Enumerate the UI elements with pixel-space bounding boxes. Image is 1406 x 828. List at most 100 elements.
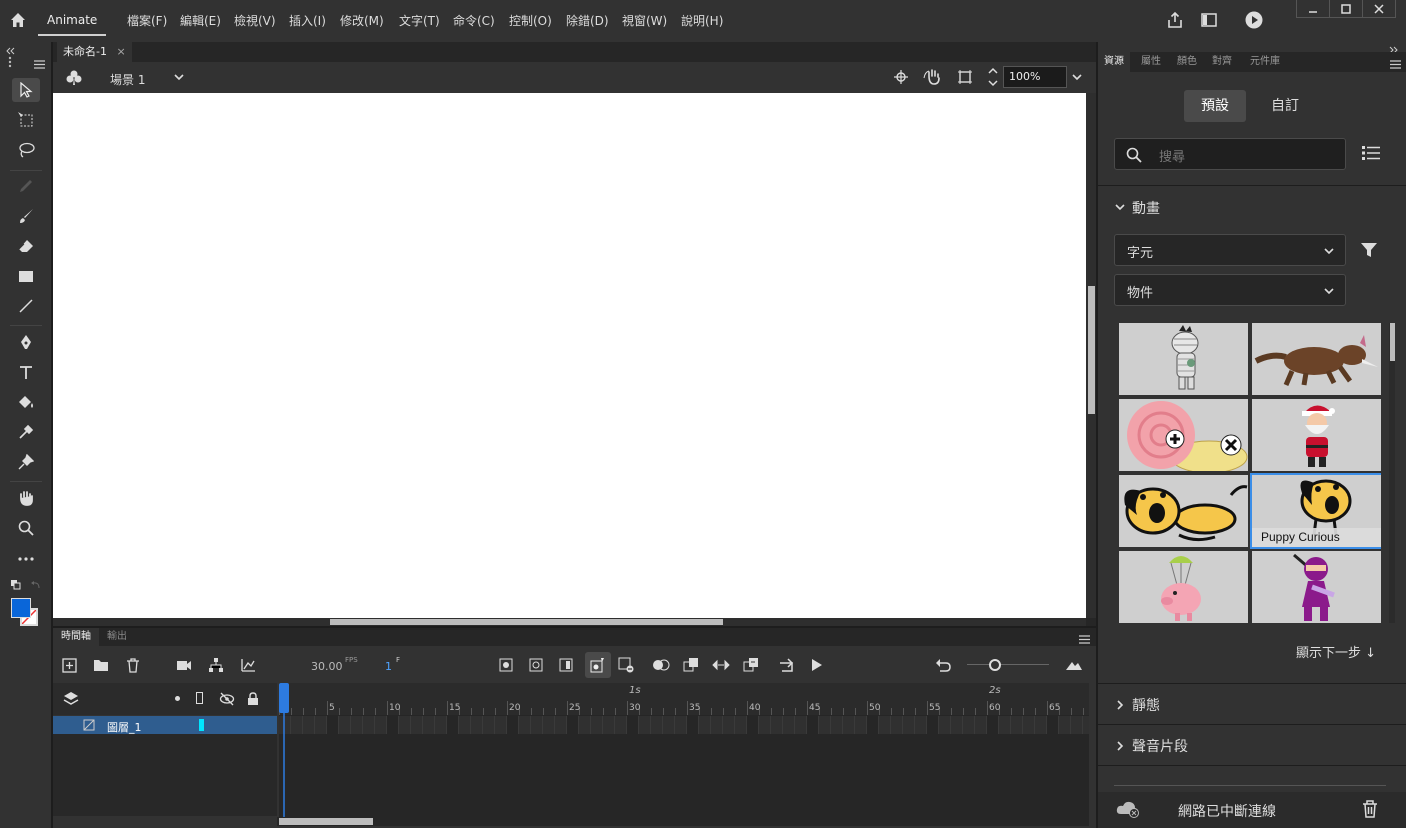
section-sound[interactable]: 聲音片段 <box>1132 736 1188 756</box>
menu-commands[interactable]: 命令(C) <box>453 12 495 29</box>
static-chevron-right-icon[interactable] <box>1114 699 1126 714</box>
outline-layers-icon[interactable] <box>196 692 203 704</box>
frame-cell[interactable] <box>747 716 759 734</box>
frame-scale-slider-track[interactable] <box>967 664 1049 665</box>
close-tab-icon[interactable]: × <box>116 45 125 58</box>
search-input[interactable]: 搜尋 <box>1114 138 1346 170</box>
insert-keyframe-icon[interactable] <box>496 655 516 675</box>
frame-cell[interactable] <box>831 716 843 734</box>
swap-colors-icon[interactable] <box>11 579 21 593</box>
objects-dropdown[interactable]: 物件 <box>1114 274 1346 306</box>
frame-cell[interactable] <box>1035 716 1047 734</box>
stage-vertical-scrollbar[interactable] <box>1086 93 1096 618</box>
frame-cell[interactable] <box>1059 716 1071 734</box>
asset-thumb-wolf[interactable] <box>1252 323 1381 395</box>
frame-cell[interactable] <box>855 716 867 734</box>
free-transform-tool-icon[interactable] <box>12 108 40 132</box>
frame-cell[interactable] <box>567 716 579 734</box>
stage-horizontal-scrollbar[interactable] <box>53 618 1086 626</box>
frame-cell[interactable] <box>1047 716 1059 734</box>
timeline-horizontal-scroll-thumb[interactable] <box>279 818 373 825</box>
frame-cell[interactable] <box>447 716 459 734</box>
app-workspace-tab[interactable]: Animate <box>38 8 107 36</box>
asset-thumb-puppy-lying[interactable] <box>1119 475 1248 547</box>
frame-cell[interactable] <box>399 716 411 734</box>
maximize-icon[interactable] <box>1329 0 1362 17</box>
menu-file[interactable]: 檔案(F) <box>127 12 167 29</box>
frame-cell[interactable] <box>603 716 615 734</box>
document-tab[interactable]: 未命名-1 × <box>57 42 132 62</box>
frame-cell[interactable] <box>819 716 831 734</box>
asset-grid-scrollbar[interactable] <box>1389 323 1395 623</box>
menu-window[interactable]: 視窗(W) <box>622 12 667 29</box>
rectangle-tool-icon[interactable] <box>12 264 40 288</box>
asset-thumb-pig-parachute[interactable] <box>1119 551 1248 623</box>
tab-align[interactable]: 對齊 <box>1206 52 1238 72</box>
sound-chevron-right-icon[interactable] <box>1114 740 1126 755</box>
pin-tool-icon[interactable] <box>12 450 40 474</box>
frame-cell[interactable] <box>423 716 435 734</box>
frame-cell[interactable] <box>627 716 639 734</box>
frame-cell[interactable] <box>903 716 915 734</box>
frame-cell[interactable] <box>843 716 855 734</box>
frame-cell[interactable] <box>543 716 555 734</box>
fill-color-swatch[interactable] <box>11 598 31 618</box>
frame-cell[interactable] <box>867 716 879 734</box>
fps-value[interactable]: 30.00 <box>311 660 343 673</box>
menu-help[interactable]: 說明(H) <box>681 12 723 29</box>
tab-assets[interactable]: 資源 <box>1098 52 1130 72</box>
zoom-stepper-icon[interactable] <box>987 66 999 91</box>
undo-timeline-icon[interactable] <box>933 655 953 675</box>
test-movie-icon[interactable] <box>1244 10 1264 33</box>
pen-tool-icon[interactable] <box>12 330 40 354</box>
insert-frame-icon[interactable] <box>556 655 576 675</box>
frame-ruler[interactable]: 5 10 15 20 25 30 35 40 45 50 55 60 65 1s 2s <box>279 683 1089 715</box>
asset-grid-scroll-thumb[interactable] <box>1390 323 1395 361</box>
frame-cell[interactable] <box>783 716 795 734</box>
frame-cell[interactable] <box>639 716 651 734</box>
frame-cell[interactable] <box>1023 716 1035 734</box>
segment-default[interactable]: 預設 <box>1184 90 1246 122</box>
zoom-chevron-down-icon[interactable] <box>1071 71 1083 86</box>
new-folder-icon[interactable] <box>91 655 111 675</box>
frame-cell[interactable] <box>699 716 711 734</box>
panel-layout-icon[interactable] <box>1200 11 1218 32</box>
create-tween-icon[interactable] <box>711 655 731 675</box>
list-view-icon[interactable] <box>1362 145 1380 164</box>
menu-control[interactable]: 控制(O) <box>509 12 552 29</box>
stage-vertical-scroll-thumb[interactable] <box>1088 286 1095 414</box>
frame-cell[interactable] <box>351 716 363 734</box>
frame-cell[interactable] <box>303 716 315 734</box>
frame-cell[interactable] <box>675 716 687 734</box>
tab-properties[interactable]: 屬性 <box>1135 52 1167 72</box>
frame-cell[interactable] <box>651 716 663 734</box>
center-stage-icon[interactable] <box>893 69 909 88</box>
frame-cell[interactable] <box>879 716 891 734</box>
frame-cell[interactable] <box>1011 716 1023 734</box>
asset-thumb-mummy[interactable] <box>1119 323 1248 395</box>
menu-edit[interactable]: 編輯(E) <box>180 12 221 29</box>
rotate-stage-icon[interactable] <box>923 68 943 89</box>
frame-cell[interactable] <box>951 716 963 734</box>
frame-cell[interactable] <box>939 716 951 734</box>
frame-cell[interactable] <box>291 716 303 734</box>
frame-cell[interactable] <box>987 716 999 734</box>
timeline-menu-icon[interactable] <box>1079 633 1090 647</box>
zoom-input[interactable]: 100% <box>1003 66 1067 88</box>
asset-thumb-snail[interactable] <box>1119 399 1248 471</box>
frame-cell[interactable] <box>363 716 375 734</box>
current-frame-value[interactable]: 1 <box>385 660 392 673</box>
insert-blank-keyframe-icon[interactable] <box>526 655 546 675</box>
clip-stage-icon[interactable] <box>957 69 973 88</box>
highlight-layers-icon[interactable] <box>175 696 180 701</box>
layers-icon[interactable] <box>63 691 79 710</box>
segment-custom[interactable]: 自訂 <box>1254 90 1316 122</box>
text-tool-icon[interactable] <box>12 360 40 384</box>
layer-row[interactable]: 圖層_1 <box>53 716 277 734</box>
frame-cell[interactable] <box>471 716 483 734</box>
frame-cell[interactable] <box>387 716 399 734</box>
frame-cell[interactable] <box>891 716 903 734</box>
menu-view[interactable]: 檢視(V) <box>234 12 276 29</box>
frame-cell[interactable] <box>807 716 819 734</box>
lock-layers-icon[interactable] <box>247 692 259 709</box>
